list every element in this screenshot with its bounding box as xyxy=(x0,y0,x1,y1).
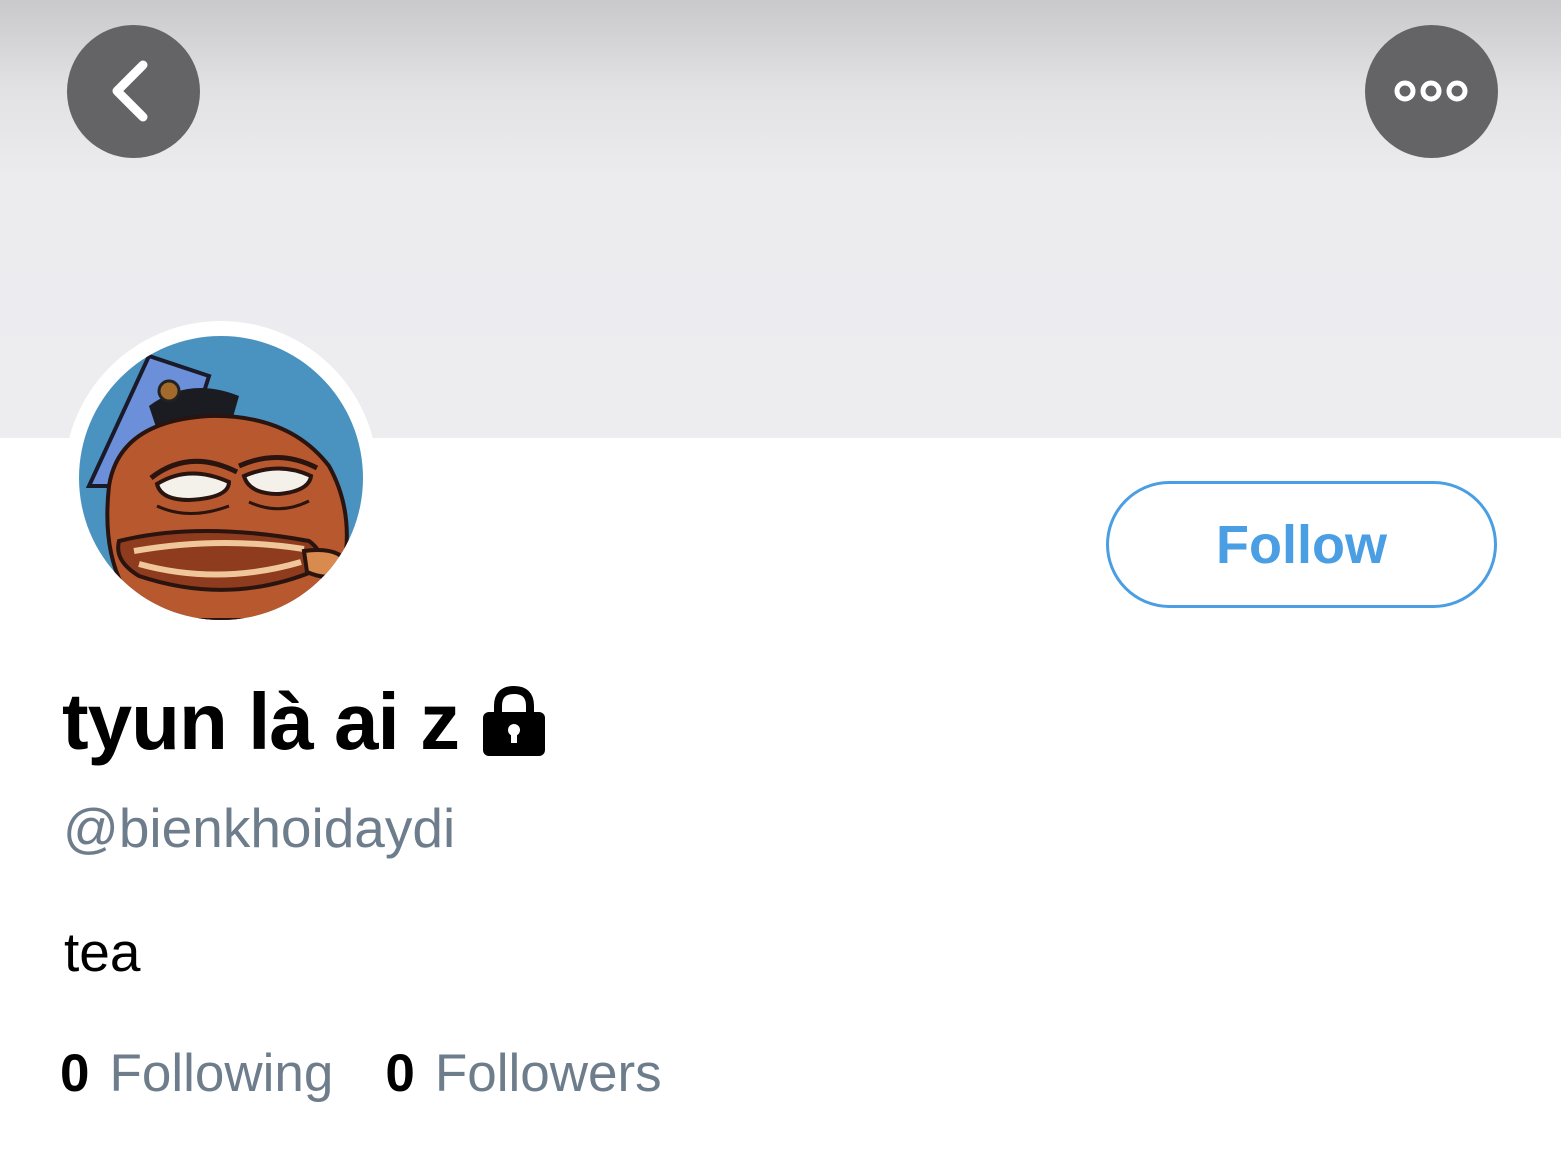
followers-stat[interactable]: 0 Followers xyxy=(385,1043,661,1104)
followers-label: Followers xyxy=(434,1044,662,1103)
avatar-image xyxy=(79,336,363,620)
chevron-left-icon xyxy=(112,60,148,122)
more-options-button[interactable] xyxy=(1365,25,1498,158)
following-count: 0 xyxy=(60,1044,90,1103)
follow-stats: 0 Following 0 Followers xyxy=(60,1043,662,1104)
ellipsis-icon xyxy=(1394,80,1468,102)
profile-bio: tea xyxy=(64,921,141,983)
following-label: Following xyxy=(109,1044,334,1103)
lock-icon xyxy=(481,685,547,758)
follow-button[interactable]: Follow xyxy=(1106,481,1497,608)
following-stat[interactable]: 0 Following xyxy=(60,1043,333,1104)
followers-count: 0 xyxy=(385,1044,415,1103)
profile-name-row: tyun là ai z xyxy=(62,672,547,772)
display-name: tyun là ai z xyxy=(62,677,460,766)
back-button[interactable] xyxy=(67,25,200,158)
avatar[interactable] xyxy=(79,336,363,620)
profile-handle: @bienkhoidaydi xyxy=(63,797,456,859)
